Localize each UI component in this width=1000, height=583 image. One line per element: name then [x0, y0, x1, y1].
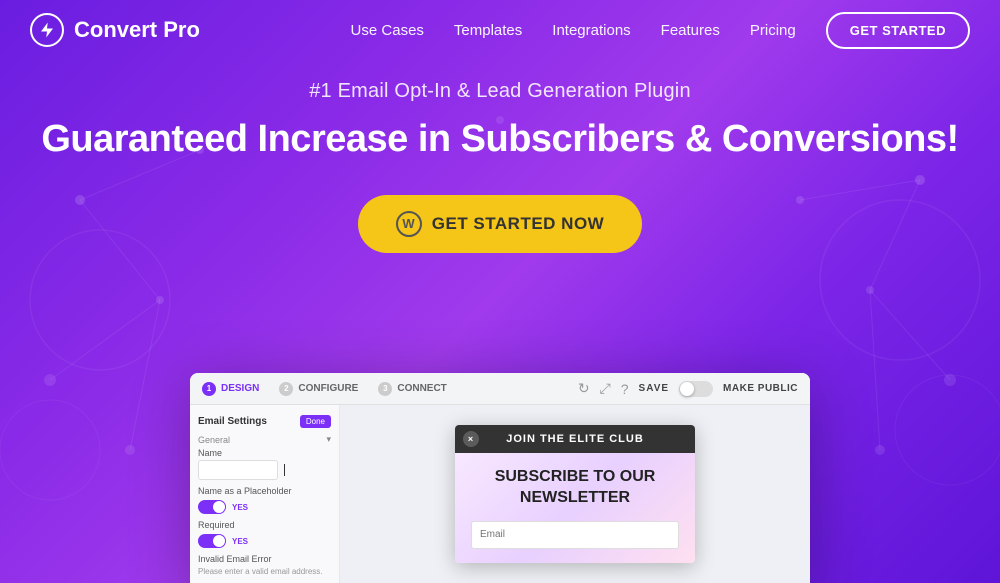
sidebar-name-input[interactable]	[198, 460, 278, 480]
toggle-knob	[680, 382, 694, 396]
tab-connect-label: CONNECT	[397, 383, 446, 394]
share-icon[interactable]: ⤢	[600, 380, 611, 397]
sidebar-group-general-label: General	[198, 435, 230, 445]
sidebar-group-chevron: ▾	[326, 434, 331, 445]
sidebar-section-title-text: Email Settings	[198, 416, 267, 427]
hero-section: Convert Pro Use Cases Templates Integrat…	[0, 0, 1000, 583]
toolbar-tab-connect[interactable]: 3 CONNECT	[378, 382, 446, 396]
preview-body: Email Settings Done General ▾ Name	[190, 405, 810, 583]
header: Convert Pro Use Cases Templates Integrat…	[0, 0, 1000, 60]
sidebar-error-hint: Please enter a valid email address.	[198, 567, 331, 576]
toolbar-tab-configure[interactable]: 2 CONFIGURE	[279, 382, 358, 396]
tab-design-label: DESIGN	[221, 383, 259, 394]
preview-canvas: × JOIN THE ELITE CLUB SUBSCRIBE TO OUR N…	[340, 405, 810, 583]
popup-preview: × JOIN THE ELITE CLUB SUBSCRIBE TO OUR N…	[455, 425, 695, 563]
sidebar-section-header: Email Settings Done	[198, 415, 331, 428]
nav-use-cases[interactable]: Use Cases	[351, 22, 424, 39]
main-nav: Use Cases Templates Integrations Feature…	[351, 12, 970, 49]
save-button[interactable]: SAVE	[639, 383, 670, 394]
required-toggle-value: YES	[232, 537, 248, 546]
preview-sidebar: Email Settings Done General ▾ Name	[190, 405, 340, 583]
sidebar-error-field: Invalid Email Error Please enter a valid…	[198, 554, 331, 576]
sidebar-placeholder-toggle-field: Name as a Placeholder YES	[198, 486, 331, 514]
logo[interactable]: Convert Pro	[30, 13, 200, 47]
popup-title: SUBSCRIBE TO OUR NEWSLETTER	[471, 467, 679, 509]
sidebar-required-label: Required	[198, 520, 331, 530]
nav-features[interactable]: Features	[661, 22, 720, 39]
preview-toolbar: 1 DESIGN 2 CONFIGURE 3 CONNECT ↻ ⤢ ? SAV…	[190, 373, 810, 405]
nav-templates[interactable]: Templates	[454, 22, 522, 39]
popup-close-button[interactable]: ×	[463, 431, 479, 447]
popup-email-input[interactable]	[471, 521, 679, 549]
make-public-toggle[interactable]	[679, 381, 713, 397]
sidebar-name-label: Name	[198, 448, 331, 458]
popup-header: × JOIN THE ELITE CLUB	[455, 425, 695, 453]
tab-configure-label: CONFIGURE	[298, 383, 358, 394]
placeholder-toggle-value: YES	[232, 503, 248, 512]
wordpress-icon: W	[396, 211, 422, 237]
toolbar-tab-design[interactable]: 1 DESIGN	[202, 382, 259, 396]
hero-cta-button[interactable]: W GET STARTED NOW	[358, 195, 642, 253]
toolbar-right-actions: ↻ ⤢ ? SAVE MAKE PUBLIC	[578, 380, 798, 397]
placeholder-toggle-row: YES	[198, 500, 331, 514]
sidebar-done-button[interactable]: Done	[300, 415, 331, 428]
sidebar-group-general: General ▾	[198, 434, 331, 445]
required-toggle-row: YES	[198, 534, 331, 548]
popup-header-text: JOIN THE ELITE CLUB	[506, 433, 644, 445]
tab-connect-num: 3	[378, 382, 392, 396]
preview-window: 1 DESIGN 2 CONFIGURE 3 CONNECT ↻ ⤢ ? SAV…	[190, 373, 810, 583]
tab-design-num: 1	[202, 382, 216, 396]
placeholder-toggle[interactable]	[198, 500, 226, 514]
sidebar-error-label: Invalid Email Error	[198, 554, 331, 564]
hero-title: Guaranteed Increase in Subscribers & Con…	[20, 117, 980, 163]
sidebar-required-toggle-field: Required YES	[198, 520, 331, 548]
preview-container: 1 DESIGN 2 CONFIGURE 3 CONNECT ↻ ⤢ ? SAV…	[190, 373, 810, 583]
header-get-started-button[interactable]: GET STARTED	[826, 12, 970, 49]
sidebar-name-field: Name	[198, 448, 331, 480]
tab-configure-num: 2	[279, 382, 293, 396]
hero-content: #1 Email Opt-In & Lead Generation Plugin…	[0, 80, 1000, 253]
cursor-indicator	[284, 464, 285, 476]
make-public-label: MAKE PUBLIC	[723, 383, 798, 394]
help-icon[interactable]: ?	[621, 381, 629, 397]
brand-name: Convert Pro	[74, 17, 200, 43]
nav-integrations[interactable]: Integrations	[552, 22, 630, 39]
nav-pricing[interactable]: Pricing	[750, 22, 796, 39]
refresh-icon[interactable]: ↻	[578, 380, 590, 397]
close-icon: ×	[468, 434, 474, 444]
sidebar-placeholder-label: Name as a Placeholder	[198, 486, 331, 496]
required-toggle[interactable]	[198, 534, 226, 548]
hero-subtitle: #1 Email Opt-In & Lead Generation Plugin	[20, 80, 980, 103]
logo-icon	[30, 13, 64, 47]
hero-cta-label: GET STARTED NOW	[432, 214, 604, 234]
popup-body: SUBSCRIBE TO OUR NEWSLETTER	[455, 453, 695, 563]
